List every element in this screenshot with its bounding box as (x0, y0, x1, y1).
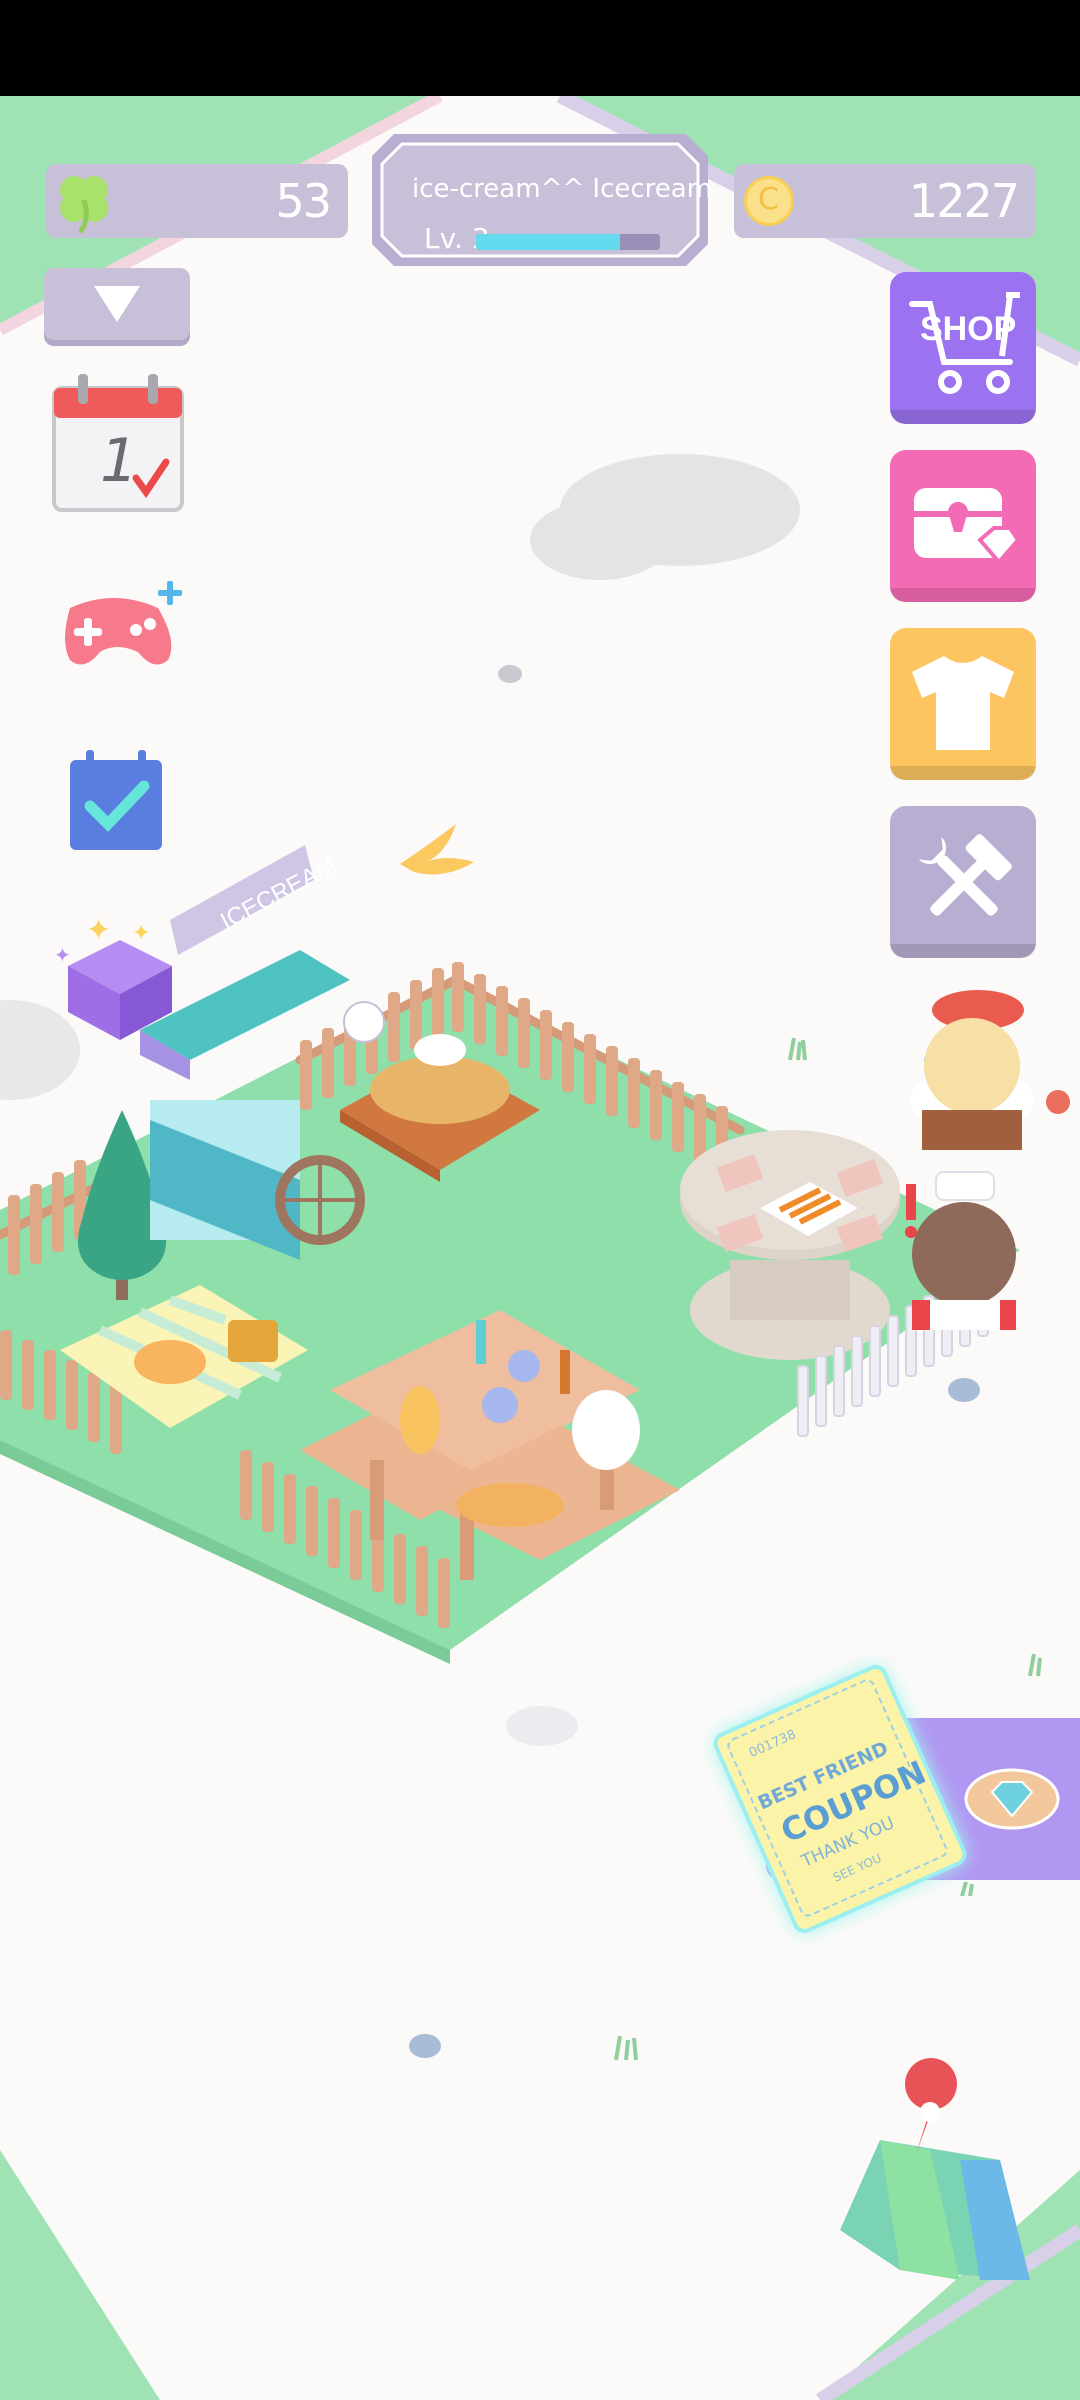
xp-bar (476, 234, 660, 250)
coin-count: 1227 (908, 174, 1020, 228)
coin-icon: C (744, 176, 794, 226)
coin-counter[interactable]: C 1227 (734, 164, 1036, 238)
thought-bubble (343, 1001, 385, 1043)
picnic-basket[interactable] (228, 1320, 278, 1362)
treasure-chest-button[interactable] (890, 450, 1036, 602)
rock (498, 665, 522, 683)
coin-symbol: C (758, 182, 779, 217)
icecream-cup (482, 1387, 518, 1423)
grass-tuft (788, 1037, 807, 1061)
clover-count: 53 (275, 174, 332, 228)
clover-icon (60, 176, 108, 234)
soda-bottle (476, 1320, 486, 1364)
grass-tuft (960, 1881, 974, 1897)
sleeping-cat[interactable] (414, 1034, 466, 1066)
alert-icon (906, 1184, 916, 1220)
grass-tuft (1028, 1653, 1042, 1677)
player-profile[interactable]: ice-cream^^ Icecream Lv. 3 (372, 134, 712, 266)
sparkle-icon: ✦ (54, 943, 71, 967)
sparkle-icon: ✦ (132, 921, 150, 946)
cloud-shadow (0, 1000, 80, 1100)
visitor-poodle[interactable] (910, 990, 1070, 1150)
shop-label: SHOP (920, 310, 1017, 348)
lion-cat[interactable] (456, 1483, 564, 1527)
gamepad-icon (65, 581, 182, 665)
cloud-shadow (506, 1706, 578, 1746)
tshirt-icon (912, 656, 1014, 750)
grass-tuft (614, 2035, 638, 2061)
wardrobe-button[interactable] (890, 628, 1036, 780)
soda-bottle (560, 1350, 570, 1394)
status-bar (0, 0, 1080, 96)
rock (409, 2034, 441, 2058)
minigame-button[interactable] (50, 578, 186, 668)
calendar-day: 1 (100, 426, 139, 496)
chevron-down-icon (94, 286, 140, 322)
treasure-chest-icon (914, 488, 1020, 566)
sitting-cat[interactable] (400, 1386, 440, 1454)
mystery-box[interactable]: ✦ ✦ ✦ (54, 913, 172, 1040)
player-name: ice-cream^^ Icecream (412, 174, 713, 204)
clover-counter[interactable]: 53 (46, 164, 348, 238)
map-icon[interactable] (840, 2058, 1030, 2280)
visitor-chef-cat[interactable] (905, 1171, 1016, 1330)
rock (948, 1378, 980, 1402)
white-cat[interactable] (572, 1390, 640, 1470)
world-border-bottom-left (0, 2150, 160, 2400)
shop-button[interactable]: SHOP (890, 272, 1036, 424)
hammer-wrench-icon (918, 834, 1012, 916)
checklist-icon (70, 750, 162, 850)
banana-peel[interactable] (400, 824, 474, 875)
tools-button[interactable] (890, 806, 1036, 958)
cloud-shadow (530, 500, 670, 580)
menu-toggle-button[interactable] (44, 268, 190, 340)
xp-bar-fill (476, 234, 620, 250)
tasks-button[interactable] (68, 750, 164, 852)
sparkle-icon: ✦ (86, 913, 111, 948)
icecream-cup (508, 1350, 540, 1382)
sleeping-cat[interactable] (134, 1340, 206, 1384)
sleeping-dog[interactable] (370, 1056, 510, 1124)
diamond-coin-icon (964, 1768, 1060, 1830)
daily-calendar-button[interactable]: 1 (50, 374, 186, 516)
